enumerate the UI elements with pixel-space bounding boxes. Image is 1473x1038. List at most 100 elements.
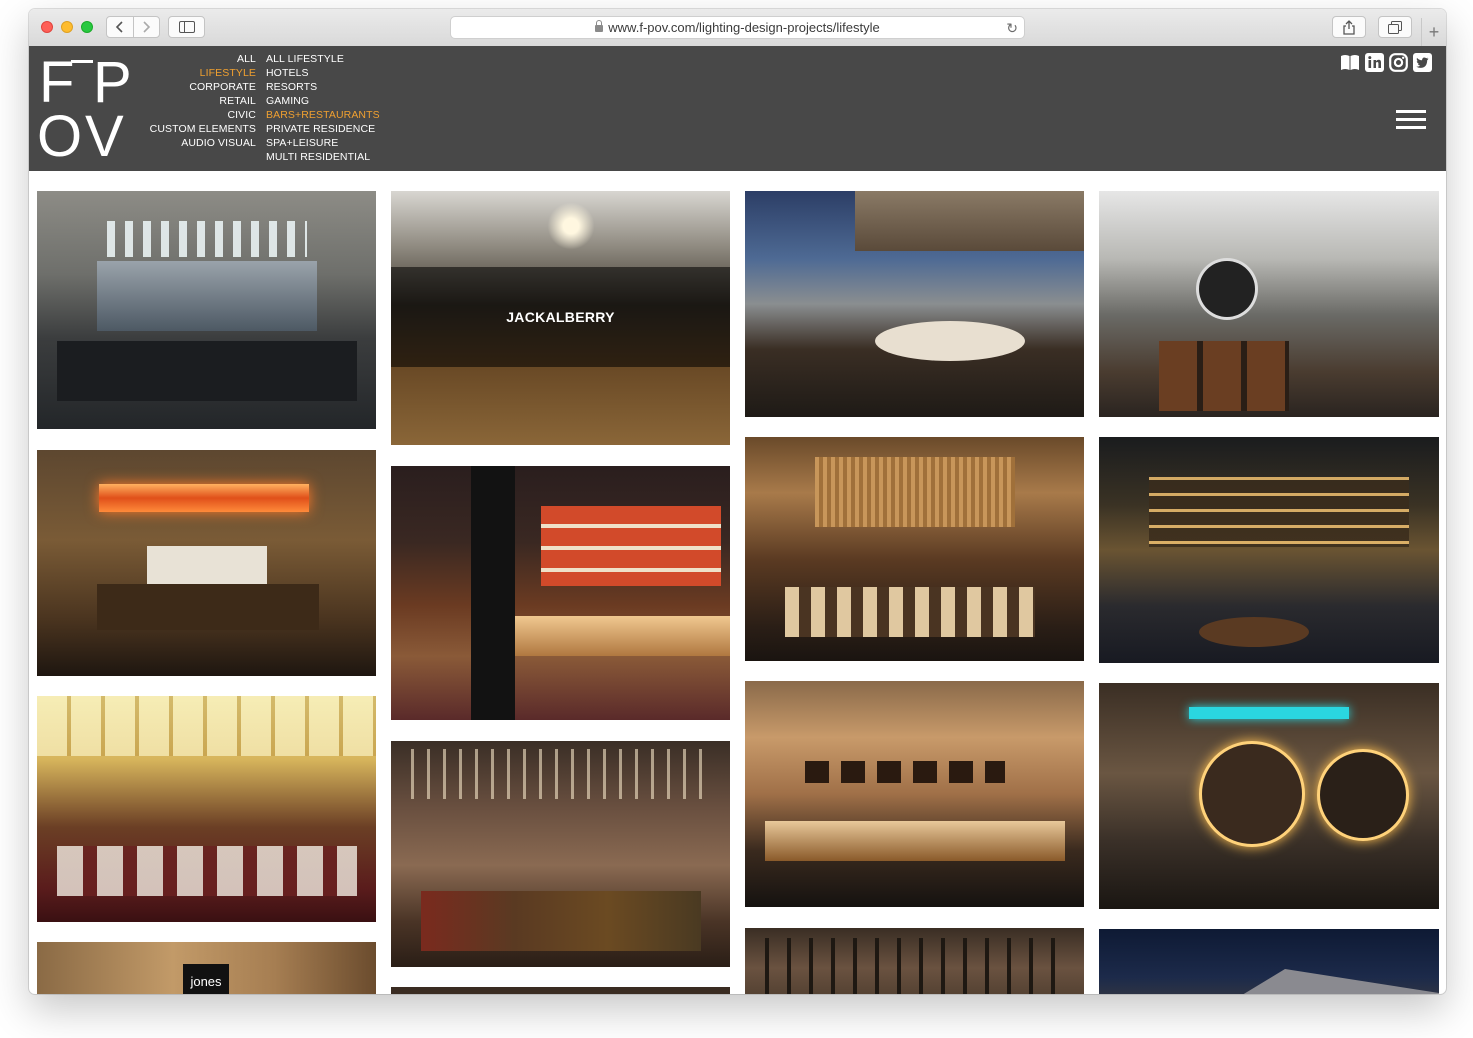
menu-item-lifestyle[interactable]: LIFESTYLE — [139, 66, 256, 80]
neon-sign — [1189, 707, 1349, 719]
dining-tables — [57, 846, 357, 896]
submenu-item-spa-leisure[interactable]: SPA+LEISURE — [266, 136, 426, 150]
submenu-item-bars-restaurants[interactable]: BARS+RESTAURANTS — [266, 108, 426, 122]
subcategory-menu: ALL LIFESTYLE HOTELS RESORTS GAMING BARS… — [266, 52, 426, 164]
chevron-left-icon — [115, 21, 123, 33]
category-menu: ALL LIFESTYLE CORPORATE RETAIL CIVIC CUS… — [139, 52, 256, 150]
bar-counter — [515, 616, 730, 656]
ring-window-right — [1317, 749, 1409, 841]
minimize-window-button[interactable] — [61, 21, 73, 33]
leather-chairs — [421, 891, 701, 951]
menu-item-all[interactable]: ALL — [139, 52, 256, 66]
submenu-item-all-lifestyle[interactable]: ALL LIFESTYLE — [266, 52, 426, 66]
project-tile[interactable] — [1099, 437, 1439, 663]
submenu-item-gaming[interactable]: GAMING — [266, 94, 426, 108]
close-window-button[interactable] — [41, 21, 53, 33]
dining-table — [57, 341, 357, 401]
sidebar-toggle-button[interactable] — [168, 16, 205, 38]
jones-sign: jones — [183, 964, 229, 994]
round-table — [1199, 617, 1309, 647]
oval-bar — [875, 321, 1025, 361]
menu-item-custom-elements[interactable]: CUSTOM ELEMENTS — [139, 122, 256, 136]
display-niches — [805, 761, 1005, 783]
instagram-icon[interactable] — [1388, 52, 1408, 72]
browser-window: www.f-pov.com/lighting-design-projects/l… — [29, 9, 1446, 994]
project-tile[interactable] — [745, 681, 1084, 907]
submenu-item-hotels[interactable]: HOTELS — [266, 66, 426, 80]
menu-item-corporate[interactable]: CORPORATE — [139, 80, 256, 94]
artwork-panels — [147, 546, 267, 584]
forward-button[interactable] — [134, 17, 160, 37]
maximize-window-button[interactable] — [81, 21, 93, 33]
logo-dash — [71, 60, 93, 63]
project-tile[interactable] — [745, 191, 1084, 417]
book-icon[interactable] — [1340, 52, 1360, 72]
social-links — [1340, 52, 1432, 72]
navigation-buttons — [106, 16, 160, 38]
project-tile[interactable] — [37, 696, 376, 922]
twitter-icon[interactable] — [1412, 52, 1432, 72]
project-caption: JACKALBERRY — [506, 309, 615, 325]
dark-column — [471, 466, 515, 720]
project-tile[interactable] — [1099, 191, 1439, 417]
counter-stools — [785, 587, 1035, 637]
hamburger-line — [1396, 126, 1426, 129]
sidebar-icon — [178, 21, 195, 33]
share-icon — [1343, 19, 1355, 35]
project-tile[interactable] — [391, 987, 730, 994]
project-tile[interactable] — [745, 437, 1084, 661]
back-button[interactable] — [107, 17, 134, 37]
project-tile[interactable] — [1099, 683, 1439, 909]
mural-panel — [97, 261, 317, 331]
roof-silhouette — [1219, 969, 1439, 994]
bar-ceiling — [855, 191, 1084, 251]
submenu-item-multi-residential[interactable]: MULTI RESIDENTIAL — [266, 150, 426, 164]
menu-item-retail[interactable]: RETAIL — [139, 94, 256, 108]
project-tile[interactable] — [37, 191, 376, 429]
share-button[interactable] — [1332, 16, 1366, 38]
lit-bottle-shelves — [1149, 477, 1409, 547]
project-tile[interactable] — [37, 450, 376, 676]
logo-letter-o: O — [37, 104, 83, 169]
lattice-screen — [765, 938, 1065, 994]
reload-icon[interactable]: ↻ — [1006, 20, 1018, 37]
glass-pendants — [541, 201, 601, 251]
menu-item-audio-visual[interactable]: AUDIO VISUAL — [139, 136, 256, 150]
hamburger-line — [1396, 118, 1426, 121]
project-tile[interactable] — [391, 741, 730, 967]
browser-toolbar: www.f-pov.com/lighting-design-projects/l… — [29, 9, 1446, 47]
project-tile[interactable] — [391, 466, 730, 720]
lock-icon — [595, 20, 604, 32]
project-tile-jackalberry[interactable]: JACKALBERRY — [391, 191, 730, 445]
bar-shelves — [541, 506, 721, 586]
orange-light-box — [99, 484, 309, 512]
address-bar[interactable]: www.f-pov.com/lighting-design-projects/l… — [450, 16, 1025, 39]
ring-window-left — [1199, 741, 1305, 847]
project-tile[interactable]: jones — [37, 942, 376, 994]
bakehouse-circle — [1199, 261, 1255, 317]
project-tile[interactable] — [745, 928, 1084, 994]
reception-desk — [97, 584, 319, 630]
new-tab-button[interactable]: + — [1421, 18, 1446, 46]
ceiling-coffers — [37, 696, 376, 756]
tabs-overview-icon — [1388, 20, 1402, 34]
submenu-item-private-residence[interactable]: PRIVATE RESIDENCE — [266, 122, 426, 136]
hamburger-menu-icon[interactable] — [1396, 110, 1426, 130]
linkedin-icon[interactable] — [1364, 52, 1384, 72]
wine-barrels — [1159, 341, 1289, 411]
pendant-lights — [107, 221, 307, 257]
project-gallery: jones JACKALBERRY — [29, 171, 1446, 994]
show-tabs-button[interactable] — [1378, 16, 1412, 38]
chevron-right-icon — [143, 21, 151, 33]
project-tile[interactable] — [1099, 929, 1439, 994]
wooden-canopy — [815, 457, 1015, 527]
site-header: F P O V ALL LIFESTYLE CORPORATE RETAIL C… — [29, 46, 1446, 171]
project-caption-overlay: JACKALBERRY — [391, 267, 730, 367]
hamburger-line — [1396, 110, 1426, 113]
submenu-item-resorts[interactable]: RESORTS — [266, 80, 426, 94]
fpov-logo[interactable]: F P O V — [37, 54, 135, 169]
menu-item-civic[interactable]: CIVIC — [139, 108, 256, 122]
food-counter — [765, 821, 1065, 861]
ceiling-lights — [411, 749, 711, 799]
logo-letter-v: V — [85, 104, 124, 169]
